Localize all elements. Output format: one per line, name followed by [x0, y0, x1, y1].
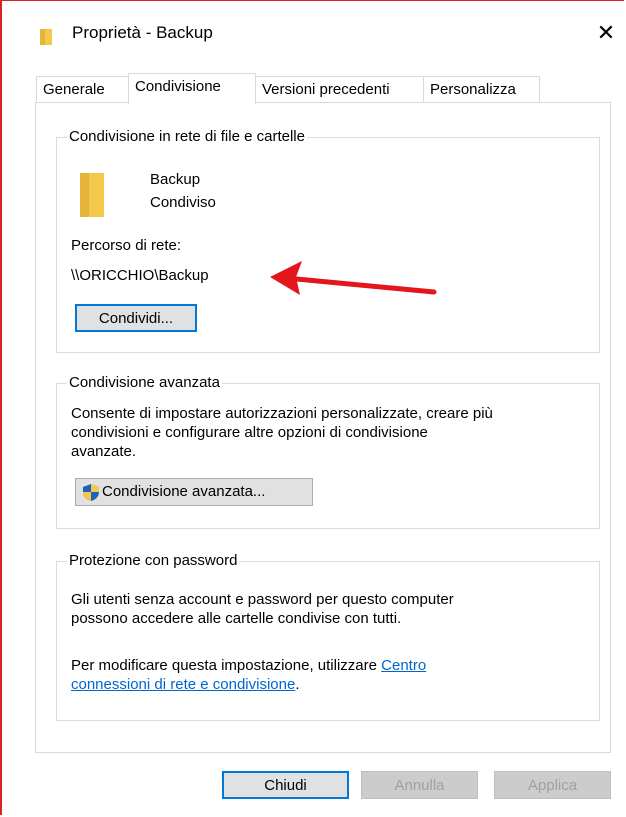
advanced-sharing-desc-3: avanzate.	[71, 443, 137, 460]
tab-panel: Condivisione in rete di file e cartelle …	[35, 102, 611, 753]
network-path-value: \\ORICCHIO\Backup	[71, 267, 209, 284]
change-setting-line-2: connessioni di rete e condivisione.	[71, 675, 299, 694]
advanced-sharing-group: Condivisione avanzata Consente di impost…	[56, 374, 600, 529]
advanced-sharing-title: Condivisione avanzata	[67, 374, 222, 392]
folder-name: Backup	[150, 171, 201, 188]
password-protection-group: Protezione con password Gli utenti senza…	[56, 552, 600, 721]
change-setting-suffix: .	[295, 676, 300, 693]
network-center-link-part2[interactable]: connessioni di rete e condivisione	[71, 676, 295, 693]
password-text-2: possono accedere alle cartelle condivise…	[71, 610, 402, 627]
network-sharing-group: Condivisione in rete di file e cartelle …	[56, 128, 600, 353]
title-bar: Proprietà - Backup ✕	[2, 1, 624, 67]
apply-button[interactable]: Applica	[494, 771, 611, 799]
password-protection-title: Protezione con password	[67, 552, 240, 570]
network-sharing-title: Condivisione in rete di file e cartelle	[67, 128, 307, 146]
folder-icon	[40, 29, 52, 45]
change-setting-line-1: Per modificare questa impostazione, util…	[71, 656, 426, 675]
advanced-sharing-desc-2: condivisioni e configurare altre opzioni…	[71, 424, 428, 441]
tab-personalizza[interactable]: Personalizza	[423, 76, 540, 102]
share-status: Condiviso	[150, 194, 216, 211]
network-path-label: Percorso di rete:	[71, 237, 182, 254]
cancel-button[interactable]: Annulla	[361, 771, 478, 799]
share-button[interactable]: Condividi...	[75, 304, 197, 332]
tab-versioni-precedenti[interactable]: Versioni precedenti	[255, 76, 424, 102]
uac-shield-icon	[83, 484, 99, 501]
advanced-sharing-desc-1: Consente di impostare autorizzazioni per…	[71, 405, 493, 422]
tab-generale[interactable]: Generale	[36, 76, 129, 102]
properties-window: Proprietà - Backup ✕ Generale Condivisio…	[0, 0, 624, 815]
folder-icon	[80, 173, 104, 217]
red-arrow-icon	[270, 261, 437, 295]
window-title: Proprietà - Backup	[72, 23, 213, 42]
advanced-sharing-button[interactable]: Condivisione avanzata...	[75, 478, 313, 506]
close-icon[interactable]: ✕	[592, 17, 620, 49]
tab-condivisione[interactable]: Condivisione	[128, 73, 256, 104]
advanced-sharing-button-label: Condivisione avanzata...	[102, 483, 266, 500]
change-setting-prefix: Per modificare questa impostazione, util…	[71, 657, 382, 674]
password-text-1: Gli utenti senza account e password per …	[71, 591, 454, 608]
close-button[interactable]: Chiudi	[222, 771, 349, 799]
network-center-link-part1[interactable]: Centro	[381, 657, 426, 674]
tab-strip: Generale Condivisione Versioni precedent…	[36, 73, 611, 104]
